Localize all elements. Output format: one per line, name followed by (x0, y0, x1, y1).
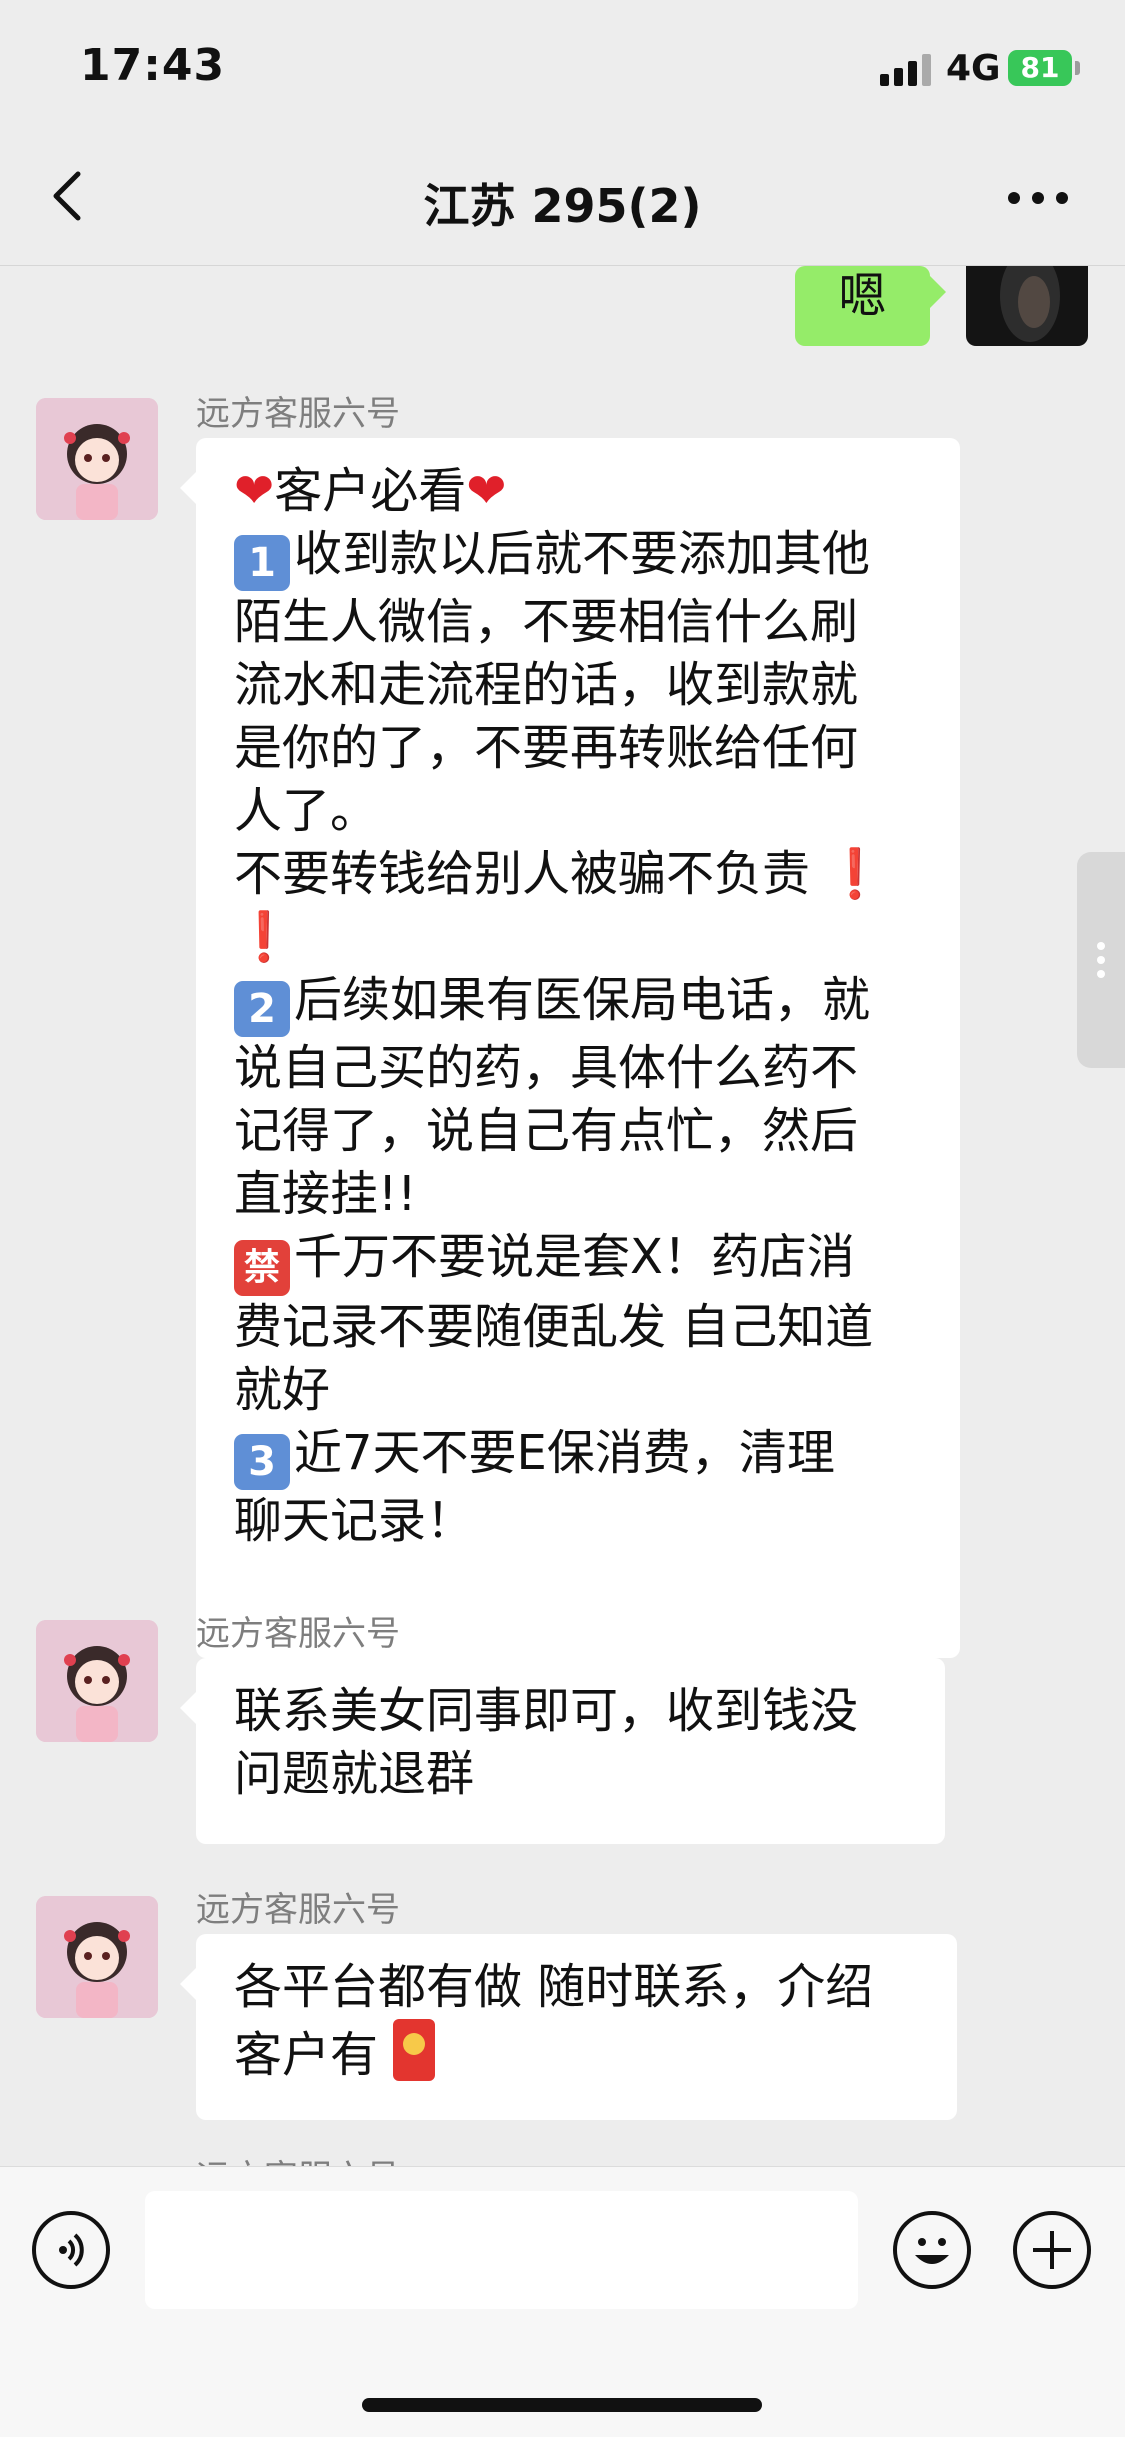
number-two-icon: 2 (234, 981, 290, 1037)
message-line: 客户必看 (274, 463, 467, 519)
chat-header: 江苏 295(2) (0, 130, 1125, 266)
message-line: 客户有 (234, 2027, 379, 2083)
battery-tip (1075, 61, 1080, 75)
more-dots-icon[interactable] (1008, 192, 1068, 206)
number-one-icon: 1 (234, 535, 290, 591)
battery-level: 81 (1020, 51, 1060, 84)
number-three-icon: 3 (234, 1434, 290, 1490)
voice-icon[interactable] (32, 2211, 110, 2289)
status-time: 17:43 (80, 40, 226, 91)
message-line: 人了。 (234, 783, 379, 839)
own-message-text: 嗯 (838, 268, 887, 324)
message-line: 陌生人微信，不要相信什么刷 (234, 594, 859, 650)
status-bar: 17:43 4G 81 (0, 0, 1125, 130)
emoji-icon[interactable] (893, 2211, 971, 2289)
chat-title: 江苏 295(2) (423, 179, 702, 233)
avatar[interactable] (36, 1620, 158, 1742)
message-line: 直接挂!! (234, 1166, 417, 1222)
sender-name: 远方客服六号 (196, 2150, 400, 2166)
own-avatar[interactable] (966, 266, 1088, 346)
message-bubble[interactable]: ❤客户必看❤ 1 收到款以后就不要添加其他 陌生人微信，不要相信什么刷 流水和走流… (180, 438, 960, 1658)
heart-icon: ❤ (234, 463, 275, 519)
input-bar (0, 2166, 1125, 2437)
message-line: 聊天记录！ (234, 1493, 475, 1549)
message-line: 记得了，说自己有点忙，然后 (234, 1103, 859, 1159)
message-bubble[interactable]: 联系美女同事即可，收到钱没 问题就退群 (180, 1658, 945, 1844)
message-line: 近7天不要E保消费，清理 (294, 1425, 835, 1481)
battery-icon: 81 (1008, 50, 1072, 86)
message-list[interactable]: 嗯 远方客服六号 ❤客户必看❤ 1 收到款以后就不要添加其他 陌生人微信，不要相信… (0, 266, 1125, 2166)
plus-icon[interactable] (1013, 2211, 1091, 2289)
message-line: 后续如果有医保局电话，就 (294, 972, 871, 1028)
message-line: 问题就退群 (234, 1746, 475, 1802)
exclamation-icon: ❗ (825, 846, 886, 902)
message-line: 收到款以后就不要添加其他 (294, 526, 871, 582)
message-line: 是你的了，不要再转账给任何 (234, 720, 859, 776)
sender-name: 远方客服六号 (196, 394, 400, 434)
message-line: 联系美女同事即可，收到钱没 (234, 1683, 859, 1739)
message-line: 说自己买的药，具体什么药不 (234, 1040, 859, 1096)
message-input[interactable] (145, 2191, 858, 2309)
message-line: 就好 (234, 1362, 331, 1418)
side-drawer-handle[interactable] (1077, 852, 1125, 1068)
home-indicator[interactable] (362, 2398, 762, 2412)
message-bubble[interactable]: 各平台都有做 随时联系，介绍 客户有 (180, 1934, 957, 2120)
message-line: 各平台都有做 随时联系，介绍 (234, 1959, 874, 2015)
message-line: 流水和走流程的话，收到款就 (234, 657, 859, 713)
sender-name: 远方客服六号 (196, 1890, 400, 1930)
exclamation-icon: ❗ (234, 909, 294, 965)
prohibited-icon: 禁 (234, 1240, 290, 1296)
avatar[interactable] (36, 1896, 158, 2018)
message-line: 千万不要说是套X！药店消 (294, 1229, 855, 1285)
message-line: 费记录不要随便乱发 自己知道 (234, 1299, 874, 1355)
message-line: 不要转钱给别人被骗不负责 (234, 846, 811, 902)
red-packet-icon (393, 2019, 436, 2081)
signal-icon (880, 52, 932, 86)
sender-name: 远方客服六号 (196, 1614, 400, 1654)
heart-icon: ❤ (466, 463, 507, 519)
avatar[interactable] (36, 398, 158, 520)
network-type: 4G (946, 48, 1001, 89)
own-message-bubble[interactable]: 嗯 (795, 266, 946, 346)
